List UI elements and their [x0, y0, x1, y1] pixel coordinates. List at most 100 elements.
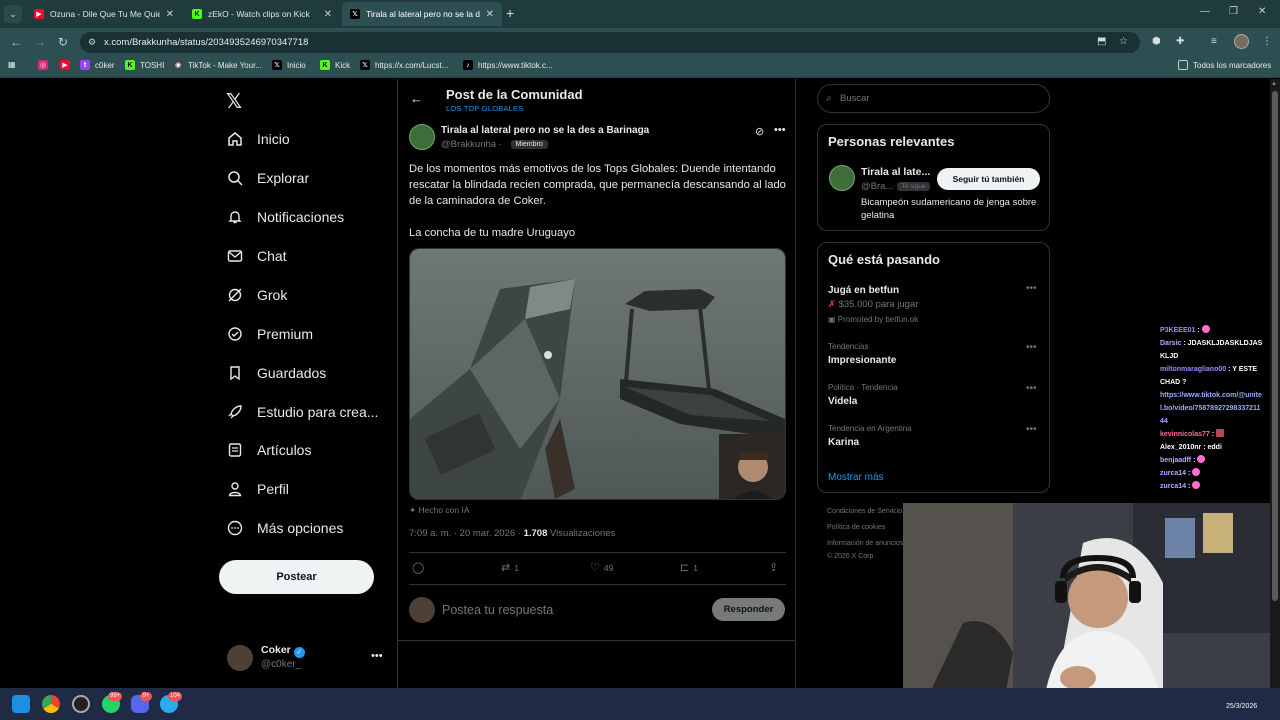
- post-button[interactable]: Postear: [219, 560, 374, 594]
- follow-button[interactable]: Seguir tú también: [937, 168, 1040, 190]
- star-icon[interactable]: ☆: [1119, 36, 1128, 47]
- url-input[interactable]: ⚙ x.com/Brakkunha/status/203493524697034…: [80, 32, 1140, 53]
- trend-name[interactable]: Karina: [828, 437, 859, 448]
- sidebar-item-guardados[interactable]: Guardados: [226, 364, 326, 382]
- like-button[interactable]: ♡ 49: [590, 561, 613, 574]
- close-window-icon[interactable]: ✕: [1258, 6, 1266, 17]
- extension-icon[interactable]: ⬢: [1152, 36, 1161, 47]
- search-input[interactable]: ⌕ Buscar: [817, 84, 1050, 113]
- author-avatar[interactable]: [409, 124, 435, 150]
- back-arrow-icon[interactable]: ←: [10, 35, 22, 49]
- reply-input[interactable]: Postea tu respuesta: [442, 603, 553, 617]
- bookmark-toshi[interactable]: K TOSHI: [125, 60, 164, 70]
- emote-icon: [1216, 429, 1225, 437]
- close-tab-icon[interactable]: ✕: [324, 9, 332, 20]
- footer-link[interactable]: Información de anuncios: [827, 540, 903, 547]
- site-info-icon[interactable]: ⚙: [88, 32, 96, 53]
- retweet-icon: ⇄: [501, 562, 511, 574]
- retweet-button[interactable]: ⇄ 1: [501, 561, 519, 574]
- obs-icon[interactable]: [72, 695, 90, 713]
- minimize-icon[interactable]: —: [1200, 6, 1210, 17]
- maximize-icon[interactable]: ❐: [1229, 6, 1238, 17]
- author-handle: @Brakkunha · Miembro: [441, 139, 548, 150]
- ai-label: ✦ Hecho con IA: [409, 505, 470, 516]
- browser-tab-2[interactable]: K zEkO - Watch clips on Kick ✕: [184, 2, 340, 26]
- new-tab-button[interactable]: +: [506, 5, 514, 21]
- promo-title[interactable]: Jugá en betfun: [828, 285, 899, 296]
- more-icon[interactable]: •••: [1026, 383, 1037, 394]
- instagram-icon[interactable]: ◎: [38, 60, 53, 70]
- share-button[interactable]: ⇪: [769, 561, 778, 574]
- scroll-up-icon[interactable]: ▲: [1271, 81, 1277, 87]
- reply-button[interactable]: ◯: [412, 561, 424, 574]
- timestamp[interactable]: 7:09 a. m. · 20 mar. 2026 ·: [409, 528, 524, 539]
- scrollbar[interactable]: [1270, 79, 1280, 688]
- forward-arrow-icon[interactable]: →: [34, 35, 46, 49]
- more-icon[interactable]: •••: [1026, 424, 1037, 435]
- chat-user: zurca14: [1160, 483, 1187, 490]
- more-icon[interactable]: •••: [1026, 283, 1037, 294]
- tweet-text: De los momentos más emotivos de los Tops…: [409, 161, 789, 257]
- community-link[interactable]: LOS TOP GLOBALES: [446, 104, 523, 113]
- close-tab-icon[interactable]: ✕: [486, 9, 494, 20]
- bookmark-x-lucst[interactable]: 𝕏https://x.com/Lucst...: [360, 60, 448, 70]
- sidebar-item-notificaciones[interactable]: Notificaciones: [226, 208, 344, 226]
- bookmark-tiktok[interactable]: ◉ TikTok - Make Your...: [173, 60, 262, 70]
- profile-avatar[interactable]: [1234, 34, 1249, 49]
- scrollbar-thumb[interactable]: [1272, 91, 1278, 601]
- bookmark-tiktok-link[interactable]: ♪ https://www.tiktok.c...: [463, 60, 553, 70]
- account-avatar[interactable]: [227, 645, 253, 671]
- sidebar-item-perfil[interactable]: Perfil: [226, 480, 289, 498]
- sidebar-item-label: Notificaciones: [257, 209, 345, 225]
- relevant-name[interactable]: Tirala al late...: [861, 166, 930, 178]
- show-more-link[interactable]: Mostrar más: [828, 472, 884, 483]
- share-icon: ⇪: [769, 562, 779, 574]
- trend-name[interactable]: Impresionante: [828, 355, 896, 366]
- menu-dots-icon[interactable]: ⋮: [1262, 36, 1272, 47]
- apps-grid-icon[interactable]: ▦: [8, 60, 16, 69]
- bookmark-c0ker[interactable]: t c0ker: [80, 60, 115, 70]
- trend-name[interactable]: Videla: [828, 396, 857, 407]
- promo-subtitle: ✗ $35.000 para jugar: [828, 299, 918, 310]
- sidebar-item-grok[interactable]: Grok: [226, 286, 287, 304]
- more-icon[interactable]: •••: [1026, 342, 1037, 353]
- retweet-count: 1: [514, 562, 519, 573]
- youtube-bookmark-icon[interactable]: ▶: [60, 60, 75, 70]
- taskbar-date: 25/3/2026: [1226, 703, 1258, 710]
- bookmark-kick[interactable]: K Kick: [320, 60, 350, 70]
- chrome-icon[interactable]: [42, 695, 60, 713]
- divider: [398, 640, 796, 641]
- media-icon[interactable]: ≡: [1211, 36, 1217, 47]
- bookmark-inicio[interactable]: 𝕏 Inicio: [272, 60, 306, 70]
- account-more-icon[interactable]: •••: [371, 650, 383, 662]
- sidebar-item-chat[interactable]: Chat: [226, 247, 287, 265]
- puzzle-icon[interactable]: ✚: [1176, 36, 1184, 47]
- sidebar-item-premium[interactable]: Premium: [226, 325, 313, 343]
- relevant-avatar[interactable]: [829, 165, 855, 191]
- sidebar-item-explorar[interactable]: Explorar: [226, 169, 309, 187]
- sidebar-item-mas-opciones[interactable]: Más opciones: [226, 519, 343, 537]
- browser-tab-3[interactable]: 𝕏 Tirala al lateral pero no se la des ✕: [342, 2, 502, 26]
- footer-link[interactable]: Condiciones de Servicio: [827, 508, 902, 515]
- close-tab-icon[interactable]: ✕: [166, 9, 174, 20]
- grok-icon[interactable]: ⊘: [755, 125, 764, 138]
- back-arrow-icon[interactable]: ←: [410, 91, 423, 106]
- sidebar-item-estudio[interactable]: Estudio para crea...: [226, 403, 378, 421]
- reload-icon[interactable]: ↻: [58, 35, 68, 49]
- tab-search-dropdown[interactable]: ⌄: [4, 5, 22, 23]
- footer-link[interactable]: Política de cookies: [827, 524, 885, 531]
- tweet-image[interactable]: [409, 248, 786, 500]
- x-logo-icon[interactable]: 𝕏: [226, 89, 242, 114]
- sidebar-item-inicio[interactable]: Inicio: [226, 130, 290, 148]
- chat-user: Alex_2010nr: [1160, 444, 1202, 451]
- bookmark-button[interactable]: ⊏ 1: [680, 561, 698, 574]
- sidebar-item-articulos[interactable]: Artículos: [226, 441, 311, 459]
- author-name[interactable]: Tirala al lateral pero no se la des a Ba…: [441, 125, 649, 136]
- install-icon[interactable]: ⬒: [1097, 36, 1106, 47]
- account-name[interactable]: Coker ✓: [261, 644, 305, 658]
- all-bookmarks[interactable]: Todos los marcadores: [1178, 60, 1271, 70]
- windows-start-icon[interactable]: [12, 695, 30, 713]
- more-icon[interactable]: •••: [774, 124, 786, 136]
- reply-submit-button[interactable]: Responder: [712, 598, 785, 621]
- browser-tab-1[interactable]: ▶ Ozuna - Dile Que Tu Me Quieres ✕: [26, 2, 182, 26]
